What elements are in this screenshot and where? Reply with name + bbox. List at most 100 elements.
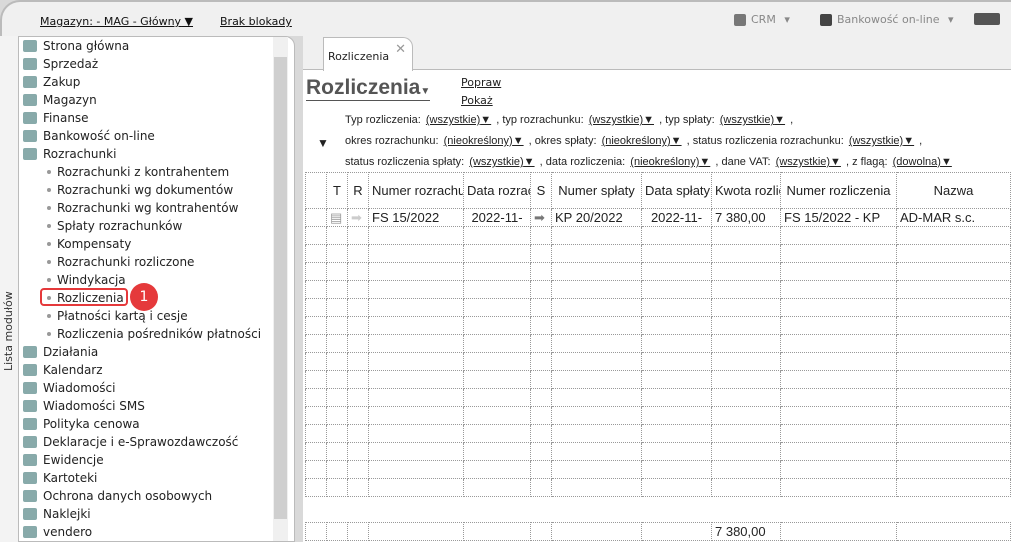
- sidebar-subitem[interactable]: Spłaty rozrachunków: [47, 217, 182, 235]
- sidebar-item[interactable]: Strona główna: [23, 37, 129, 55]
- sidebar-item[interactable]: Wiadomości SMS: [23, 397, 145, 415]
- sidebar-subitem[interactable]: Rozrachunki z kontrahentem: [47, 163, 229, 181]
- banking-menu[interactable]: Bankowość on-line ▾: [820, 13, 954, 26]
- table-row[interactable]: [305, 388, 1011, 407]
- sidebar-subitem[interactable]: Rozliczenia pośredników płatności: [47, 325, 261, 343]
- filter-okres-rozrachunku[interactable]: (nieokreślony)▼: [444, 135, 524, 147]
- sidebar-item[interactable]: vendero: [23, 523, 92, 541]
- table-cell: AD-MAR s.c.: [896, 208, 1011, 227]
- table-row[interactable]: [305, 370, 1011, 389]
- module-list-label[interactable]: Lista modułów: [2, 291, 15, 371]
- table-row[interactable]: [305, 316, 1011, 335]
- table-cell: [347, 280, 369, 299]
- filter-okres-splaty[interactable]: (nieokreślony)▼: [602, 135, 682, 147]
- table-cell: [368, 442, 464, 461]
- sidebar-item[interactable]: Zakup: [23, 73, 80, 91]
- module-icon: [23, 400, 37, 412]
- crm-icon: [734, 13, 746, 26]
- filter-data-rozliczenia[interactable]: (nieokreślony)▼: [630, 156, 710, 168]
- table-cell: [551, 442, 642, 461]
- sidebar-item[interactable]: Naklejki: [23, 505, 91, 523]
- filter-status-rozrachunku[interactable]: (wszystkie)▼: [849, 135, 914, 147]
- column-header[interactable]: Data rozrachunku: [463, 172, 531, 209]
- crm-menu[interactable]: CRM ▾: [734, 13, 790, 26]
- table-row[interactable]: ▤ ➡ FS 15/2022 2022-11- ➡ KP 20/2022 2022-11- 7…: [305, 208, 1011, 227]
- tab-rozliczenia[interactable]: Rozliczenia ✕: [323, 37, 413, 71]
- page-title[interactable]: Rozliczenia▼: [306, 76, 431, 101]
- column-header[interactable]: S: [530, 172, 552, 209]
- filter-status-splaty[interactable]: (wszystkie)▼: [469, 156, 534, 168]
- sidebar-subitem[interactable]: Kompensaty: [47, 235, 131, 253]
- table-cell: [551, 334, 642, 353]
- sidebar-item-label: Wiadomości SMS: [43, 399, 145, 413]
- sidebar-item[interactable]: Ewidencje: [23, 451, 104, 469]
- sidebar-item-label: Działania: [43, 345, 99, 359]
- table-row[interactable]: [305, 424, 1011, 443]
- table-row[interactable]: [305, 226, 1011, 245]
- table-cell: [711, 424, 781, 443]
- sidebar-subitem[interactable]: Rozrachunki wg kontrahentów: [47, 199, 238, 217]
- table-cell: [368, 280, 464, 299]
- table-row[interactable]: [305, 262, 1011, 281]
- scrollbar-thumb[interactable]: [274, 57, 287, 519]
- column-header[interactable]: Data spłaty: [641, 172, 712, 209]
- column-header[interactable]: Numer rozliczenia: [780, 172, 897, 209]
- column-header[interactable]: Numer rozrachunku: [368, 172, 464, 209]
- column-header[interactable]: T: [326, 172, 348, 209]
- table-row[interactable]: [305, 478, 1011, 497]
- sidebar-item[interactable]: Bankowość on-line: [23, 127, 155, 145]
- sidebar-item[interactable]: Rozrachunki: [23, 145, 116, 163]
- filter-dane-vat[interactable]: (wszystkie)▼: [776, 156, 841, 168]
- column-header[interactable]: R: [347, 172, 369, 209]
- sidebar-item-label: Sprzedaż: [43, 57, 99, 71]
- filter-typ-rozliczenia[interactable]: (wszystkie)▼: [426, 114, 491, 126]
- table-cell: ▤: [326, 208, 348, 227]
- sidebar-subitem[interactable]: Windykacja: [47, 271, 126, 289]
- filter-label: status rozliczenia spłaty:: [345, 156, 465, 168]
- table-row[interactable]: [305, 406, 1011, 425]
- table-row[interactable]: [305, 352, 1011, 371]
- sidebar-item[interactable]: Finanse: [23, 109, 89, 127]
- close-icon[interactable]: ✕: [395, 42, 406, 57]
- sidebar-item-label: Rozrachunki rozliczone: [57, 255, 195, 269]
- table-row[interactable]: [305, 334, 1011, 353]
- sidebar-subitem[interactable]: Rozrachunki wg dokumentów: [47, 181, 233, 199]
- table-cell: [368, 334, 464, 353]
- edit-link[interactable]: Popraw: [461, 76, 501, 89]
- sidebar-subitem[interactable]: Rozrachunki rozliczone: [47, 253, 194, 271]
- sidebar-item[interactable]: Ochrona danych osobowych: [23, 487, 212, 505]
- column-header[interactable]: [305, 172, 327, 209]
- crm-label: CRM: [751, 13, 776, 26]
- table-row[interactable]: [305, 244, 1011, 263]
- collapse-filters-icon[interactable]: ▼: [317, 136, 329, 150]
- lock-status-link[interactable]: Brak blokady: [220, 15, 292, 28]
- sidebar-item[interactable]: Deklaracje i e-Sprawozdawczość: [23, 433, 238, 451]
- sidebar-item[interactable]: Wiadomości: [23, 379, 115, 397]
- column-header[interactable]: Numer spłaty: [551, 172, 642, 209]
- table-cell: [896, 334, 1011, 353]
- column-header[interactable]: Kwota rozliczenia: [711, 172, 781, 209]
- table-row[interactable]: [305, 280, 1011, 299]
- sidebar-item[interactable]: Kalendarz: [23, 361, 103, 379]
- table-row[interactable]: [305, 460, 1011, 479]
- sidebar-item[interactable]: Sprzedaż: [23, 55, 98, 73]
- table-row[interactable]: [305, 298, 1011, 317]
- sidebar-subitem[interactable]: Płatności kartą i cesje: [47, 307, 188, 325]
- filter-label: , typ spłaty:: [659, 114, 715, 126]
- table-cell: [780, 298, 897, 317]
- sidebar-item[interactable]: Działania: [23, 343, 98, 361]
- sidebar-item[interactable]: Magazyn: [23, 91, 97, 109]
- sidebar-scrollbar[interactable]: [273, 37, 288, 541]
- column-header[interactable]: Nazwa: [896, 172, 1011, 209]
- sidebar-item[interactable]: Polityka cenowa: [23, 415, 140, 433]
- table-row[interactable]: [305, 442, 1011, 461]
- warehouse-selector[interactable]: Magazyn: - MAG - Główny ▼: [40, 15, 193, 28]
- show-link[interactable]: Pokaż: [461, 94, 493, 107]
- sidebar-item[interactable]: Kartoteki: [23, 469, 97, 487]
- highlight-box: [40, 288, 128, 306]
- table-cell: [551, 262, 642, 281]
- filter-flaga[interactable]: (dowolna)▼: [893, 156, 952, 168]
- transfer-button[interactable]: [974, 13, 1000, 25]
- filter-typ-splaty[interactable]: (wszystkie)▼: [720, 114, 785, 126]
- filter-typ-rozrachunku[interactable]: (wszystkie)▼: [589, 114, 654, 126]
